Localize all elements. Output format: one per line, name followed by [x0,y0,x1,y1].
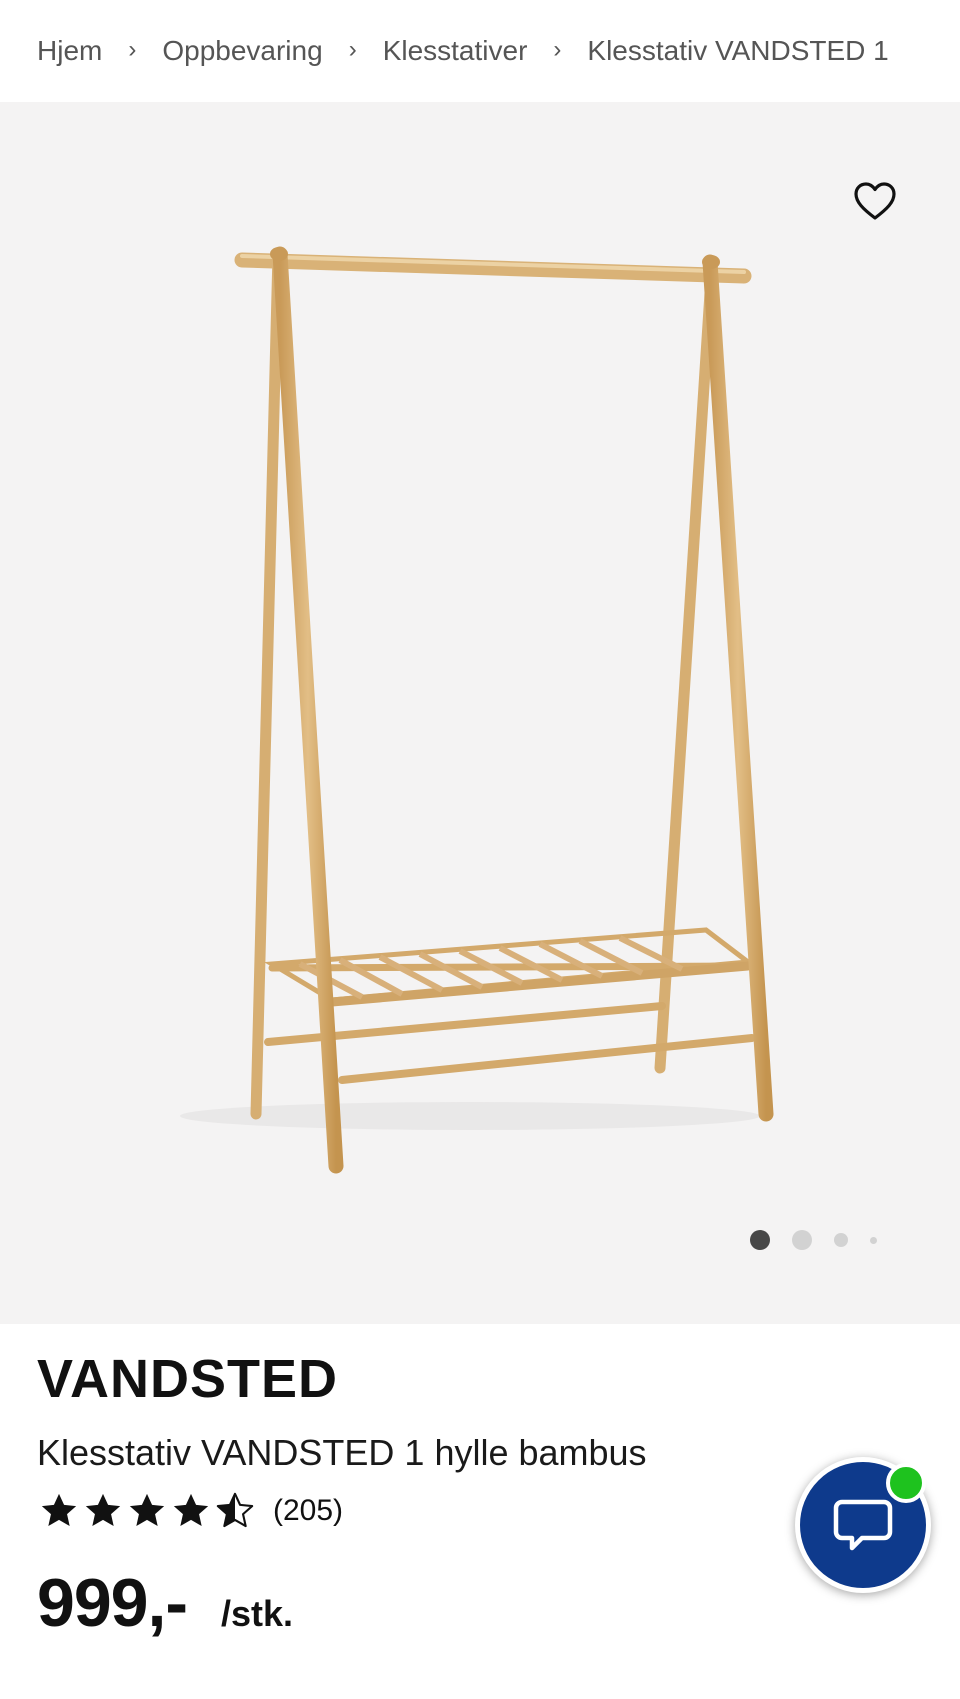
pagination-dot-4[interactable] [870,1236,877,1244]
breadcrumb-home[interactable]: Hjem [37,35,102,67]
product-image [180,246,774,1174]
pagination-dot-3[interactable] [834,1233,848,1247]
star-filled-icon [41,1493,77,1527]
chevron-right-icon: › [553,36,562,63]
product-brand: VANDSTED [37,1349,339,1409]
rating-stars [37,1490,257,1532]
product-price: 999,- [37,1565,188,1641]
chat-bubble-icon [833,1499,893,1551]
star-filled-icon [85,1493,121,1527]
breadcrumb-klesstativer[interactable]: Klesstativer [383,35,528,67]
price-row: 999,- /stk. [37,1564,293,1642]
product-image-gallery[interactable] [0,102,960,1324]
star-filled-icon [173,1493,209,1527]
chat-online-indicator [886,1463,926,1503]
breadcrumb-current: Klesstativ VANDSTED 1 [587,35,889,66]
product-rating[interactable]: (205) [37,1490,343,1532]
heart-outline-icon [854,182,896,220]
breadcrumb: Hjem › Oppbevaring › Klesstativer › Kles… [0,0,960,102]
chevron-right-icon: › [348,36,357,63]
pagination-dot-1[interactable] [750,1230,770,1250]
star-half-icon [216,1492,254,1528]
favorite-button[interactable] [848,174,902,228]
review-count[interactable]: (205) [273,1494,343,1528]
product-name: Klesstativ VANDSTED 1 hylle bambus [37,1432,647,1473]
star-filled-icon [129,1493,165,1527]
gallery-pagination [750,1230,899,1250]
price-unit: /stk. [221,1593,294,1634]
breadcrumb-oppbevaring[interactable]: Oppbevaring [162,35,322,67]
pagination-dot-2[interactable] [792,1230,812,1250]
chevron-right-icon: › [128,36,137,63]
